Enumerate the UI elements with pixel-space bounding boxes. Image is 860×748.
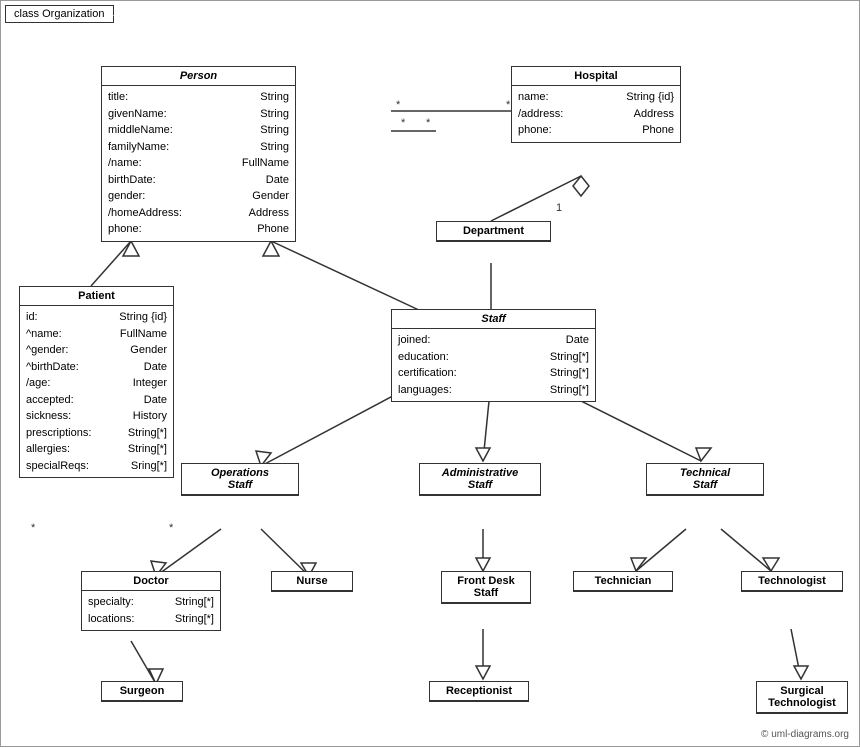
technician-title: Technician xyxy=(574,572,672,591)
technologist-title: Technologist xyxy=(742,572,842,591)
technician-class: Technician xyxy=(573,571,673,592)
surgeon-class: Surgeon xyxy=(101,681,183,702)
nurse-class: Nurse xyxy=(271,571,353,592)
staff-class: Staff joined:Date education:String[*] ce… xyxy=(391,309,596,402)
diagram-container: class Organization 1 * * * xyxy=(0,0,860,747)
hospital-attrs: name:String {id} /address:Address phone:… xyxy=(512,86,680,142)
person-class: Person title:String givenName:String mid… xyxy=(101,66,296,242)
svg-text:*: * xyxy=(396,99,401,111)
svg-text:*: * xyxy=(31,522,36,534)
doctor-attrs: specialty:String[*] locations:String[*] xyxy=(82,591,220,630)
front-desk-staff-title: Front DeskStaff xyxy=(442,572,530,603)
svg-text:*: * xyxy=(169,522,174,534)
person-title: Person xyxy=(102,67,295,86)
svg-text:*: * xyxy=(401,117,406,129)
technologist-class: Technologist xyxy=(741,571,843,592)
svg-text:1: 1 xyxy=(556,202,562,214)
administrative-staff-class: AdministrativeStaff xyxy=(419,463,541,496)
doctor-title: Doctor xyxy=(82,572,220,591)
svg-text:*: * xyxy=(426,117,431,129)
receptionist-class: Receptionist xyxy=(429,681,529,702)
nurse-title: Nurse xyxy=(272,572,352,591)
copyright: © uml-diagrams.org xyxy=(761,729,849,740)
person-attrs: title:String givenName:String middleName… xyxy=(102,86,295,241)
operations-staff-class: OperationsStaff xyxy=(181,463,299,496)
surgical-technologist-class: SurgicalTechnologist xyxy=(756,681,848,714)
patient-attrs: id:String {id} ^name:FullName ^gender:Ge… xyxy=(20,306,173,477)
staff-attrs: joined:Date education:String[*] certific… xyxy=(392,329,595,401)
receptionist-title: Receptionist xyxy=(430,682,528,701)
surgeon-title: Surgeon xyxy=(102,682,182,701)
department-class: Department xyxy=(436,221,551,242)
administrative-staff-title: AdministrativeStaff xyxy=(420,464,540,495)
doctor-class: Doctor specialty:String[*] locations:Str… xyxy=(81,571,221,631)
operations-staff-title: OperationsStaff xyxy=(182,464,298,495)
diagram-title: class Organization xyxy=(5,5,114,23)
technical-staff-title: TechnicalStaff xyxy=(647,464,763,495)
patient-class: Patient id:String {id} ^name:FullName ^g… xyxy=(19,286,174,478)
front-desk-staff-class: Front DeskStaff xyxy=(441,571,531,604)
hospital-class: Hospital name:String {id} /address:Addre… xyxy=(511,66,681,143)
staff-title: Staff xyxy=(392,310,595,329)
technical-staff-class: TechnicalStaff xyxy=(646,463,764,496)
hospital-title: Hospital xyxy=(512,67,680,86)
patient-title: Patient xyxy=(20,287,173,306)
surgical-technologist-title: SurgicalTechnologist xyxy=(757,682,847,713)
department-title: Department xyxy=(437,222,550,241)
